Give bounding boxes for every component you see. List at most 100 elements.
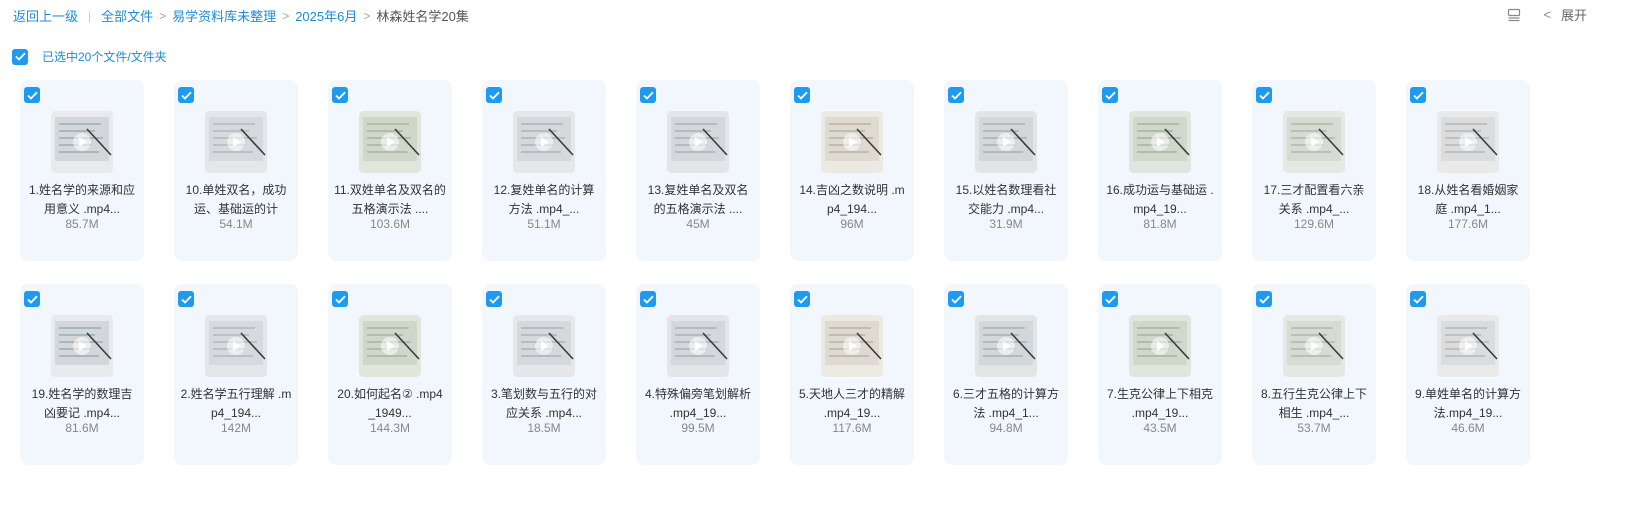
video-thumbnail[interactable] [513, 111, 575, 173]
video-thumbnail[interactable] [1129, 111, 1191, 173]
file-name: 12.复姓单名的计算方法 .mp4_... [493, 183, 595, 216]
file-card[interactable]: 18.从姓名看婚姻家庭 .mp4_1... 177.6M [1406, 80, 1530, 261]
video-thumbnail[interactable] [359, 111, 421, 173]
video-thumbnail[interactable] [51, 315, 113, 377]
file-checkbox[interactable] [486, 87, 502, 103]
file-card[interactable]: 6.三才五格的计算方法 .mp4_1... 94.8M [944, 284, 1068, 465]
video-thumbnail[interactable] [821, 111, 883, 173]
file-name: 1.姓名学的来源和应用意义 .mp4... [28, 183, 135, 216]
file-card[interactable]: 19.姓名学的数理吉凶要记 .mp4... 81.6M [20, 284, 144, 465]
expand-label: 展开 [1560, 8, 1587, 23]
file-card[interactable]: 12.复姓单名的计算方法 .mp4_... 51.1M [482, 80, 606, 261]
breadcrumb-item-month[interactable]: 2025年6月 [295, 6, 357, 25]
chevron-right-icon: > [282, 8, 290, 23]
file-checkbox[interactable] [794, 291, 810, 307]
file-checkbox[interactable] [1410, 87, 1426, 103]
selection-bar: 已选中20个文件/文件夹 [12, 48, 167, 65]
file-checkbox[interactable] [1256, 87, 1272, 103]
file-checkbox[interactable] [178, 87, 194, 103]
video-thumbnail[interactable] [1283, 315, 1345, 377]
file-card[interactable]: 5.天地人三才的精解 .mp4_19... 117.6M [790, 284, 914, 465]
video-thumbnail[interactable] [205, 111, 267, 173]
file-checkbox[interactable] [332, 291, 348, 307]
file-size: 31.9M [989, 217, 1023, 231]
file-card[interactable]: 3.笔划数与五行的对应关系 .mp4... 18.5M [482, 284, 606, 465]
checkmark-icon [1412, 295, 1424, 304]
file-card[interactable]: 14.吉凶之数说明 .mp4_194... 96M [790, 80, 914, 261]
file-checkbox[interactable] [24, 291, 40, 307]
top-bar: 返回上一级 | 全部文件 > 易学资料库未整理 > 2025年6月 > 林森姓名… [0, 0, 1629, 30]
file-card[interactable]: 17.三才配置看六亲关系 .mp4_... 129.6M [1252, 80, 1376, 261]
checkmark-icon [642, 295, 654, 304]
file-checkbox[interactable] [1102, 291, 1118, 307]
file-checkbox[interactable] [1102, 87, 1118, 103]
file-card[interactable]: 15.以姓名数理看社交能力 .mp4... 31.9M [944, 80, 1068, 261]
checkmark-icon [796, 91, 808, 100]
file-checkbox[interactable] [1410, 291, 1426, 307]
file-card[interactable]: 13.复姓单名及双名的五格演示法 .... 45M [636, 80, 760, 261]
file-checkbox[interactable] [486, 291, 502, 307]
checkmark-icon [180, 91, 192, 100]
file-name: 18.从姓名看婚姻家庭 .mp4_1... [1417, 183, 1519, 216]
file-card[interactable]: 4.特殊偏旁笔划解析 .mp4_19... 99.5M [636, 284, 760, 465]
file-name: 9.单姓单名的计算方法.mp4_19... [1414, 387, 1521, 420]
file-checkbox[interactable] [948, 87, 964, 103]
file-checkbox[interactable] [178, 291, 194, 307]
file-checkbox[interactable] [332, 87, 348, 103]
selection-count: 已选中20个文件/文件夹 [42, 50, 167, 64]
video-thumbnail[interactable] [1283, 111, 1345, 173]
file-checkbox[interactable] [640, 87, 656, 103]
video-thumbnail[interactable] [975, 315, 1037, 377]
list-view-icon[interactable] [1507, 8, 1521, 22]
file-size: 53.7M [1297, 421, 1331, 435]
file-size: 103.6M [369, 217, 411, 231]
video-thumbnail[interactable] [975, 111, 1037, 173]
file-card[interactable]: 10.单姓双名，成功运、基础运的计 54.1M [174, 80, 298, 261]
select-all-checkbox[interactable] [12, 48, 28, 65]
file-name: 3.笔划数与五行的对应关系 .mp4... [490, 387, 597, 420]
video-thumbnail[interactable] [667, 315, 729, 377]
expand-button[interactable]: < 展开 [1543, 5, 1587, 24]
file-size: 117.6M [832, 421, 872, 435]
video-thumbnail[interactable] [1129, 315, 1191, 377]
checkmark-icon [14, 52, 26, 61]
file-card[interactable]: 20.如何起名② .mp4_1949... 144.3M [328, 284, 452, 465]
file-size: 99.5M [681, 421, 715, 435]
file-card[interactable]: 11.双姓单名及双名的五格演示法 .... 103.6M [328, 80, 452, 261]
video-thumbnail[interactable] [513, 315, 575, 377]
file-name: 14.吉凶之数说明 .mp4_194... [799, 183, 905, 216]
right-tools: < 展开 [1507, 5, 1587, 24]
video-thumbnail[interactable] [51, 111, 113, 173]
checkmark-icon [488, 295, 500, 304]
checkmark-icon [1104, 295, 1116, 304]
file-name: 13.复姓单名及双名的五格演示法 .... [647, 183, 749, 216]
checkmark-icon [642, 91, 654, 100]
chevron-right-icon: > [363, 8, 371, 23]
back-link[interactable]: 返回上一级 [13, 6, 78, 25]
video-thumbnail[interactable] [667, 111, 729, 173]
file-card[interactable]: 9.单姓单名的计算方法.mp4_19... 46.6M [1406, 284, 1530, 465]
video-thumbnail[interactable] [1437, 315, 1499, 377]
video-thumbnail[interactable] [1437, 111, 1499, 173]
file-checkbox[interactable] [1256, 291, 1272, 307]
checkmark-icon [950, 295, 962, 304]
file-checkbox[interactable] [794, 87, 810, 103]
checkmark-icon [796, 295, 808, 304]
checkmark-icon [26, 295, 38, 304]
file-card[interactable]: 7.生克公律上下相克 .mp4_19... 43.5M [1098, 284, 1222, 465]
file-size: 46.6M [1451, 421, 1485, 435]
file-checkbox[interactable] [24, 87, 40, 103]
file-size: 18.5M [527, 421, 561, 435]
video-thumbnail[interactable] [205, 315, 267, 377]
file-checkbox[interactable] [948, 291, 964, 307]
file-card[interactable]: 2.姓名学五行理解 .mp4_194... 142M [174, 284, 298, 465]
checkmark-icon [334, 295, 346, 304]
file-checkbox[interactable] [640, 291, 656, 307]
file-card[interactable]: 1.姓名学的来源和应用意义 .mp4... 85.7M [20, 80, 144, 261]
breadcrumb-item-all-files[interactable]: 全部文件 [101, 6, 153, 25]
file-card[interactable]: 8.五行生克公律上下相生 .mp4_... 53.7M [1252, 284, 1376, 465]
video-thumbnail[interactable] [821, 315, 883, 377]
breadcrumb-item-folder[interactable]: 易学资料库未整理 [172, 6, 276, 25]
file-card[interactable]: 16.成功运与基础运 .mp4_19... 81.8M [1098, 80, 1222, 261]
video-thumbnail[interactable] [359, 315, 421, 377]
